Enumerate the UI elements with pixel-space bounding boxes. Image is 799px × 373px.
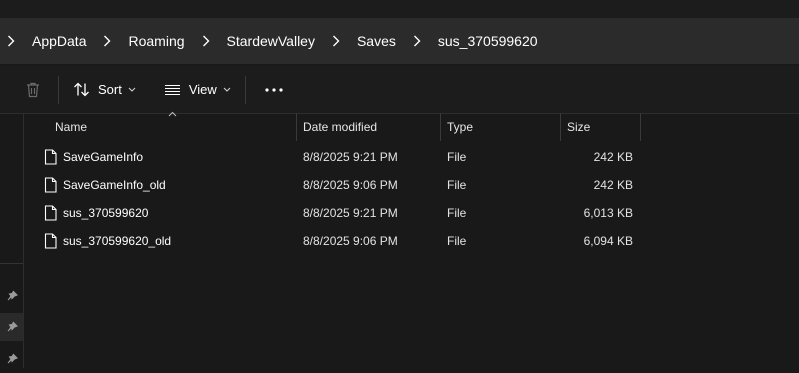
view-button[interactable]: View <box>164 74 231 106</box>
sort-arrows-icon <box>74 82 89 97</box>
address-bar[interactable]: AppData Roaming StardewValley Saves sus_… <box>0 18 799 64</box>
column-resize-handle[interactable] <box>296 113 297 141</box>
column-header-type[interactable]: Type <box>447 113 473 141</box>
pin-icon <box>7 290 18 301</box>
file-date-modified: 8/8/2025 9:06 PM <box>303 234 398 248</box>
file-date-modified: 8/8/2025 9:06 PM <box>303 178 398 192</box>
file-name: sus_370599620_old <box>63 234 172 248</box>
chevron-right-icon[interactable] <box>325 35 347 47</box>
file-size: 6,094 KB <box>583 234 633 248</box>
view-lines-icon <box>164 84 180 95</box>
file-name: SaveGameInfo_old <box>63 178 166 192</box>
breadcrumb-stardewvalley[interactable]: StardewValley <box>217 33 325 49</box>
sort-ascending-icon <box>168 111 177 117</box>
chevron-down-icon <box>223 87 231 92</box>
file-type: File <box>447 150 467 164</box>
pin-icon <box>7 353 18 364</box>
column-header-name[interactable]: Name <box>55 113 87 141</box>
quick-access-item[interactable] <box>0 345 23 373</box>
file-row[interactable]: SaveGameInfo_old 8/8/2025 9:06 PM File 2… <box>24 171 644 199</box>
chevron-right-icon[interactable] <box>195 35 217 47</box>
file-icon <box>44 233 57 249</box>
file-list: SaveGameInfo 8/8/2025 9:21 PM File 242 K… <box>24 143 644 255</box>
chevron-right-icon[interactable] <box>406 35 428 47</box>
column-header-date[interactable]: Date modified <box>303 113 377 141</box>
file-icon <box>44 177 57 193</box>
column-header-size[interactable]: Size <box>567 113 590 141</box>
file-row[interactable]: sus_370599620 8/8/2025 9:21 PM File 6,01… <box>24 199 644 227</box>
file-icon <box>44 205 57 221</box>
column-resize-handle[interactable] <box>440 113 441 141</box>
command-bar: Sort View <box>0 66 799 114</box>
view-label: View <box>188 82 217 97</box>
chevron-right-icon[interactable] <box>96 35 118 47</box>
file-name: SaveGameInfo <box>63 150 144 164</box>
file-date-modified: 8/8/2025 9:21 PM <box>303 206 398 220</box>
quick-access-item[interactable] <box>0 313 23 341</box>
file-icon <box>44 149 57 165</box>
toolbar-divider <box>58 75 59 104</box>
breadcrumb-appdata[interactable]: AppData <box>22 33 96 49</box>
file-type: File <box>447 234 467 248</box>
sort-button[interactable]: Sort <box>73 74 136 106</box>
nav-divider <box>0 263 23 264</box>
column-header-row: Name Date modified Type Size <box>24 111 799 141</box>
sort-label: Sort <box>98 82 122 97</box>
trash-icon <box>27 82 39 98</box>
more-options-button[interactable] <box>260 74 288 106</box>
file-type: File <box>447 178 467 192</box>
file-type: File <box>447 206 467 220</box>
navigation-pane <box>0 113 24 368</box>
file-size: 242 KB <box>593 150 633 164</box>
quick-access-item[interactable] <box>0 282 23 310</box>
file-row[interactable]: SaveGameInfo 8/8/2025 9:21 PM File 242 K… <box>24 143 644 171</box>
pin-icon <box>7 321 18 332</box>
column-resize-handle[interactable] <box>560 113 561 141</box>
file-name: sus_370599620 <box>63 206 149 220</box>
file-row[interactable]: sus_370599620_old 8/8/2025 9:06 PM File … <box>24 227 644 255</box>
column-resize-handle[interactable] <box>640 113 641 141</box>
delete-button[interactable] <box>20 74 46 106</box>
file-size: 6,013 KB <box>583 206 633 220</box>
chevron-down-icon <box>128 87 136 92</box>
breadcrumb-roaming[interactable]: Roaming <box>118 33 194 49</box>
breadcrumb-current-folder[interactable]: sus_370599620 <box>428 33 548 49</box>
chevron-right-icon[interactable] <box>0 35 22 47</box>
file-date-modified: 8/8/2025 9:21 PM <box>303 150 398 164</box>
breadcrumb-saves[interactable]: Saves <box>347 33 406 49</box>
more-dots-icon <box>265 87 283 92</box>
toolbar-divider <box>244 75 246 104</box>
file-size: 242 KB <box>593 178 633 192</box>
title-strip <box>0 0 799 18</box>
